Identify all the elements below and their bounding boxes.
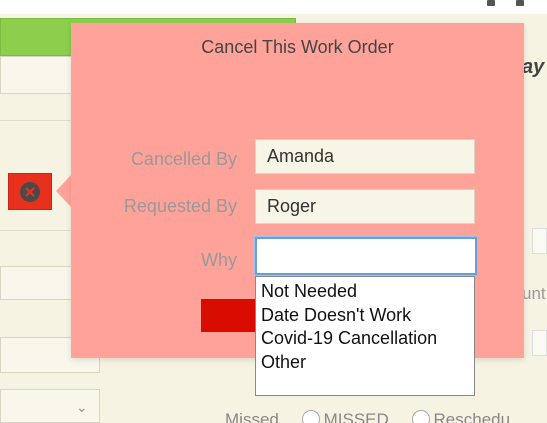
missed-radio-row: Missed MISSED Reschedu bbox=[225, 410, 510, 423]
why-option-date-doesnt-work[interactable]: Date Doesn't Work bbox=[261, 304, 469, 328]
why-option-covid-19[interactable]: Covid-19 Cancellation bbox=[261, 327, 469, 351]
top-strip bbox=[0, 0, 547, 14]
background-field[interactable] bbox=[532, 228, 547, 254]
radio-reschedule-label: Reschedu bbox=[433, 410, 511, 423]
radio-missed-label: MISSED bbox=[323, 410, 389, 423]
why-option-other[interactable]: Other bbox=[261, 351, 469, 375]
popover-arrow bbox=[56, 174, 72, 208]
requested-by-label: Requested By bbox=[123, 196, 237, 216]
top-dot-icon bbox=[487, 0, 495, 6]
partial-label: unt bbox=[522, 284, 546, 303]
submit-cancel-button[interactable] bbox=[201, 299, 257, 332]
background-field[interactable] bbox=[532, 330, 547, 356]
chevron-down-icon: ⌄ bbox=[76, 399, 88, 415]
why-option-not-needed[interactable]: Not Needed bbox=[261, 280, 469, 304]
cancelled-by-label: Cancelled By bbox=[130, 149, 237, 169]
popover-title: Cancel This Work Order bbox=[201, 37, 394, 57]
top-dot-icon bbox=[516, 0, 524, 6]
requested-by-field[interactable]: Roger bbox=[255, 189, 475, 224]
partial-heading: ay bbox=[522, 56, 545, 78]
why-select[interactable] bbox=[254, 236, 478, 276]
radio-reschedule[interactable] bbox=[411, 410, 430, 423]
cancel-work-order-button[interactable] bbox=[8, 173, 52, 210]
missed-label: Missed bbox=[225, 410, 279, 423]
radio-missed[interactable] bbox=[301, 410, 320, 423]
why-dropdown-list: Not Needed Date Doesn't Work Covid-19 Ca… bbox=[255, 276, 475, 396]
why-label: Why bbox=[201, 250, 237, 270]
cancelled-by-field[interactable]: Amanda bbox=[255, 139, 475, 174]
close-circle-icon bbox=[20, 181, 40, 202]
